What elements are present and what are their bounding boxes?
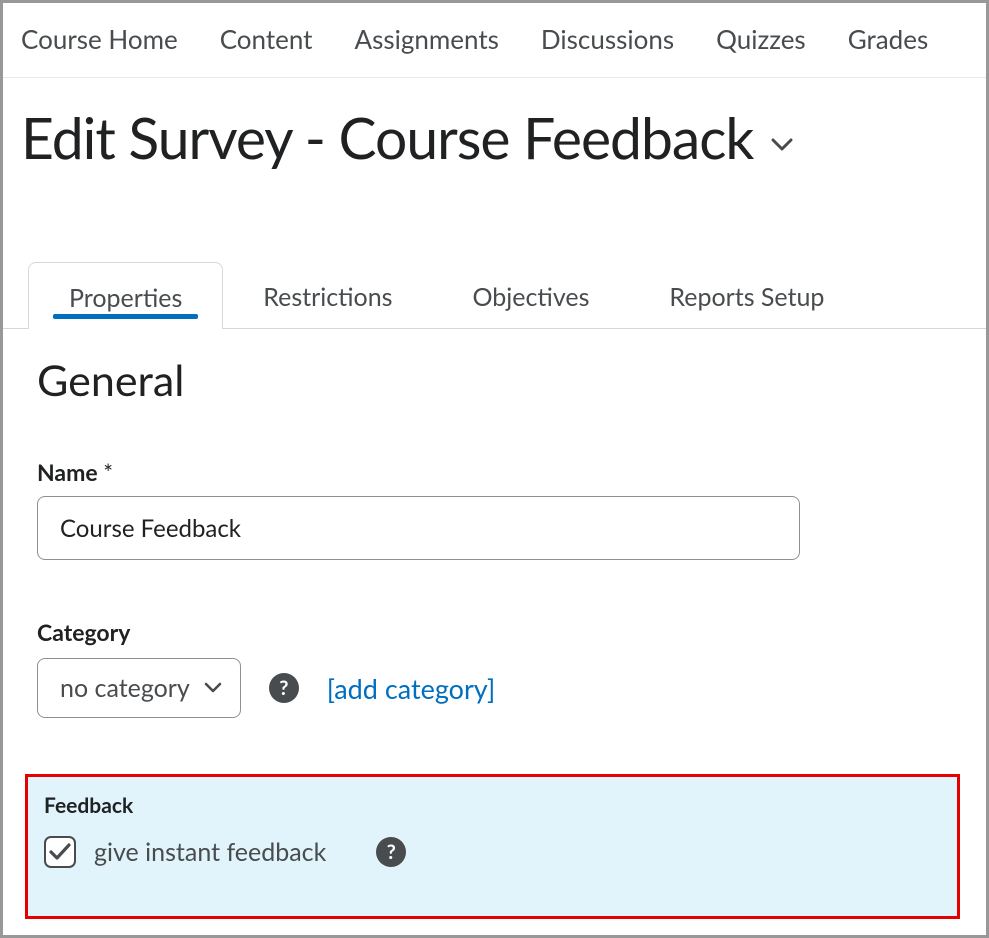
name-field-label: Name * bbox=[37, 458, 956, 486]
category-controls: no category ? [add category] bbox=[37, 658, 956, 718]
tab-bar: Properties Restrictions Objectives Repor… bbox=[3, 262, 986, 329]
feedback-label: Feedback bbox=[44, 793, 941, 818]
tab-properties[interactable]: Properties bbox=[28, 262, 223, 329]
instant-feedback-checkbox[interactable] bbox=[44, 836, 76, 868]
chevron-down-icon bbox=[771, 138, 793, 152]
category-select[interactable]: no category bbox=[37, 658, 241, 718]
nav-assignments[interactable]: Assignments bbox=[355, 23, 499, 55]
add-category-link[interactable]: [add category] bbox=[327, 672, 495, 705]
nav-content[interactable]: Content bbox=[220, 23, 313, 55]
category-label: Category bbox=[37, 618, 956, 646]
nav-discussions[interactable]: Discussions bbox=[541, 23, 674, 55]
nav-course-home[interactable]: Course Home bbox=[21, 23, 178, 55]
tab-objectives[interactable]: Objectives bbox=[433, 262, 630, 328]
category-section: Category no category ? [add category] bbox=[37, 618, 956, 718]
check-icon bbox=[49, 843, 71, 861]
nav-quizzes[interactable]: Quizzes bbox=[716, 23, 806, 55]
app-frame: Course Home Content Assignments Discussi… bbox=[0, 0, 989, 938]
name-required-mark: * bbox=[103, 458, 113, 486]
section-heading-general: General bbox=[37, 355, 956, 406]
help-icon[interactable]: ? bbox=[269, 673, 299, 703]
course-nav: Course Home Content Assignments Discussi… bbox=[3, 3, 986, 78]
page-title-row: Edit Survey - Course Feedback bbox=[3, 78, 986, 172]
page-title: Edit Survey - Course Feedback bbox=[21, 104, 753, 172]
name-label-text: Name bbox=[37, 458, 98, 486]
tab-reports-setup[interactable]: Reports Setup bbox=[629, 262, 864, 328]
feedback-highlight-box: Feedback give instant feedback ? bbox=[25, 774, 960, 919]
feedback-row: give instant feedback ? bbox=[44, 836, 941, 868]
title-actions-dropdown[interactable] bbox=[771, 138, 793, 152]
chevron-down-icon bbox=[204, 682, 222, 694]
category-selected-text: no category bbox=[60, 673, 190, 703]
instant-feedback-label: give instant feedback bbox=[94, 837, 326, 867]
properties-panel: General Name * Category no category ? [a… bbox=[3, 329, 986, 919]
help-icon[interactable]: ? bbox=[376, 837, 406, 867]
nav-grades[interactable]: Grades bbox=[848, 23, 929, 55]
survey-name-input[interactable] bbox=[37, 496, 800, 560]
tab-restrictions[interactable]: Restrictions bbox=[223, 262, 432, 328]
